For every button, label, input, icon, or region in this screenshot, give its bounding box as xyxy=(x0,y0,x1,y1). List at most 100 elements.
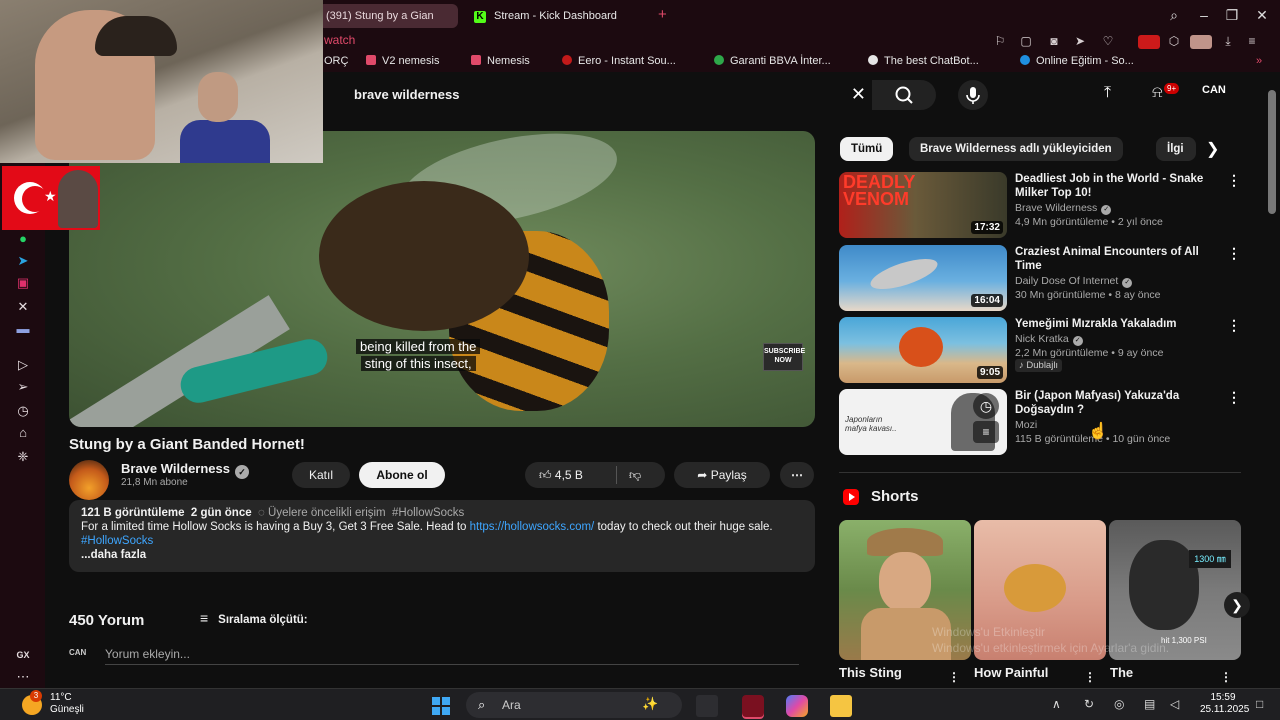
download-icon[interactable]: ⤓ xyxy=(1220,34,1236,49)
video-player[interactable]: being killed from the sting of this inse… xyxy=(69,131,815,427)
more-options-icon[interactable]: ⋮ xyxy=(1220,670,1232,684)
video-thumbnail[interactable]: Japonların mafya kavası.. ◷ ≡ xyxy=(839,389,1007,455)
task-view-icon[interactable] xyxy=(696,695,718,717)
bookmark-item[interactable]: ORÇ xyxy=(324,55,348,67)
search-tabs-icon[interactable]: ⌕ xyxy=(1164,7,1184,24)
bookmark-item[interactable]: Garanti BBVA İnter... xyxy=(714,55,831,67)
upload-icon[interactable]: ⤒ xyxy=(1104,84,1111,102)
pin-icon[interactable]: ⚐ xyxy=(992,34,1008,48)
like-button[interactable]: 👍︎ 4,5 B 👎︎ xyxy=(525,462,665,488)
short-title[interactable]: The xyxy=(1110,665,1133,680)
channel-name[interactable]: Mozi xyxy=(1015,419,1037,431)
video-thumbnail[interactable]: 9:05 xyxy=(839,317,1007,383)
more-icon[interactable]: ⋯ xyxy=(14,668,32,686)
more-actions-button[interactable]: ⋯ xyxy=(780,462,814,488)
tab-kick-dashboard[interactable]: K Stream - Kick Dashboard xyxy=(466,4,654,28)
bookmark-item[interactable]: V2 nemesis xyxy=(366,55,439,67)
recommended-video[interactable]: Japonların mafya kavası.. ◷ ≡ Bir (Japon… xyxy=(839,389,1241,455)
recommended-video[interactable]: 9:05 Yemeğimi Mızrakla Yakaladım Nick Kr… xyxy=(839,317,1241,383)
more-options-icon[interactable]: ⋮ xyxy=(1227,389,1241,406)
microphone-icon[interactable]: ◎ xyxy=(1114,697,1124,711)
join-button[interactable]: Katıl xyxy=(292,462,350,488)
channel-avatar[interactable] xyxy=(69,460,109,500)
bookmark-item[interactable]: Nemesis xyxy=(471,55,530,67)
chip-from-uploader[interactable]: Brave Wilderness adlı yükleyiciden xyxy=(909,137,1123,161)
weather-widget[interactable]: 11°C Güneşli xyxy=(50,692,84,716)
thumbs-down-icon[interactable]: 👎︎ xyxy=(629,462,641,488)
bookmark-item[interactable]: Online Eğitim - So... xyxy=(1020,55,1134,67)
instagram-icon[interactable]: ▣ xyxy=(14,274,32,292)
player-icon[interactable]: ▷ xyxy=(14,356,32,374)
history-icon[interactable]: ◷ xyxy=(14,402,32,420)
snapshot-icon[interactable]: ▢ xyxy=(1018,34,1034,48)
more-bookmarks-icon[interactable]: » xyxy=(1256,55,1262,67)
url-text[interactable]: watch xyxy=(324,33,355,47)
system-clock[interactable]: 15:59 25.11.2025 xyxy=(1200,692,1249,716)
battery-saver-icon[interactable] xyxy=(1138,35,1160,49)
menu-icon[interactable]: ≡ xyxy=(1244,34,1260,48)
video-thumbnail[interactable]: 16:04 xyxy=(839,245,1007,311)
file-explorer-icon[interactable] xyxy=(830,695,852,717)
scrollbar-thumb[interactable] xyxy=(1268,90,1276,214)
clear-search-icon[interactable]: ✕ xyxy=(851,84,866,105)
copilot-icon[interactable] xyxy=(786,695,808,717)
account-avatar[interactable]: CAN xyxy=(1202,84,1226,96)
show-more[interactable]: ...daha fazla xyxy=(81,548,803,562)
search-button[interactable] xyxy=(872,80,936,110)
subscribe-button[interactable]: Abone ol xyxy=(359,462,445,488)
voice-search-button[interactable] xyxy=(958,80,988,110)
recommended-video[interactable]: 16:04 Craziest Animal Encounters of All … xyxy=(839,245,1241,311)
profile-avatar[interactable] xyxy=(1190,35,1212,49)
hashtag-link[interactable]: #HollowSocks xyxy=(81,535,153,547)
heart-icon[interactable]: ♡ xyxy=(1100,34,1116,48)
extensions-icon[interactable]: ⬡ xyxy=(1166,34,1182,48)
chip-related[interactable]: İlgi xyxy=(1156,137,1196,161)
video-thumbnail[interactable]: DEADLY VENOM 17:32 xyxy=(839,172,1007,238)
watch-later-icon[interactable]: ◷ xyxy=(973,393,999,419)
bookmark-item[interactable]: Eero - Instant Sou... xyxy=(562,55,676,67)
network-icon[interactable]: ▤ xyxy=(1144,697,1155,711)
description-link[interactable]: https://hollowsocks.com/ xyxy=(470,521,595,533)
more-options-icon[interactable]: ⋮ xyxy=(948,670,960,684)
subscribe-overlay[interactable]: SUBSCRIBE NOW xyxy=(763,343,805,371)
bookmark-item[interactable]: The best ChatBot... xyxy=(868,55,979,67)
extensions-icon[interactable]: ⌂ xyxy=(14,424,32,442)
more-options-icon[interactable]: ⋮ xyxy=(1084,670,1096,684)
x-twitter-icon[interactable]: ✕ xyxy=(14,298,32,316)
send-icon[interactable]: ➢ xyxy=(14,378,32,396)
share-button[interactable]: ➦ Paylaş xyxy=(674,462,770,488)
shield-icon[interactable]: ◙ xyxy=(1046,34,1062,48)
search-input[interactable]: brave wilderness xyxy=(354,87,460,102)
close-window-icon[interactable]: ✕ xyxy=(1252,7,1272,24)
search-box[interactable]: brave wilderness ✕ xyxy=(340,80,870,110)
gx-control-icon[interactable]: GX xyxy=(14,646,32,664)
short-title[interactable]: This Sting xyxy=(839,665,902,680)
volume-icon[interactable]: ◁ xyxy=(1170,697,1179,711)
tab-youtube[interactable]: (391) Stung by a Gian xyxy=(318,4,458,28)
bell-icon[interactable]: ⍾ xyxy=(1152,84,1163,102)
notifications-icon[interactable]: □ xyxy=(1256,697,1263,711)
channel-name[interactable]: Nick Kratka ✓ xyxy=(1015,333,1083,346)
more-options-icon[interactable]: ⋮ xyxy=(1227,317,1241,334)
add-to-queue-icon[interactable]: ≡ xyxy=(973,421,999,443)
short-title[interactable]: How Painful xyxy=(974,665,1048,680)
show-hidden-icons[interactable]: ∧ xyxy=(1052,697,1061,711)
sort-button[interactable]: ≡ Sıralama ölçütü: xyxy=(200,610,308,626)
opera-gx-icon[interactable] xyxy=(742,695,764,717)
discord-icon[interactable]: ▬ xyxy=(14,320,32,338)
maximize-icon[interactable]: ❐ xyxy=(1222,7,1242,24)
channel-name[interactable]: Brave Wilderness ✓ xyxy=(1015,202,1112,215)
description-box[interactable]: 121 B görüntüleme 2 gün önce ◌ Üyelere ö… xyxy=(69,500,815,572)
minimize-icon[interactable]: – xyxy=(1194,7,1214,23)
send-icon[interactable]: ➤ xyxy=(1072,34,1088,48)
whatsapp-icon[interactable]: ● xyxy=(14,230,32,248)
sync-icon[interactable]: ↻ xyxy=(1084,697,1094,711)
comment-input[interactable]: Yorum ekleyin... xyxy=(105,647,190,661)
hashtag[interactable]: #HollowSocks xyxy=(392,507,464,519)
recommended-video[interactable]: DEADLY VENOM 17:32 Deadliest Job in the … xyxy=(839,172,1241,238)
windows-start-icon[interactable] xyxy=(430,695,452,717)
telegram-icon[interactable]: ➤ xyxy=(14,252,32,270)
channel-name[interactable]: Daily Dose Of Internet ✓ xyxy=(1015,275,1133,288)
chevron-right-icon[interactable]: ❯ xyxy=(1206,139,1219,159)
taskbar-search[interactable]: ⌕ Ara ✨ xyxy=(466,692,682,718)
